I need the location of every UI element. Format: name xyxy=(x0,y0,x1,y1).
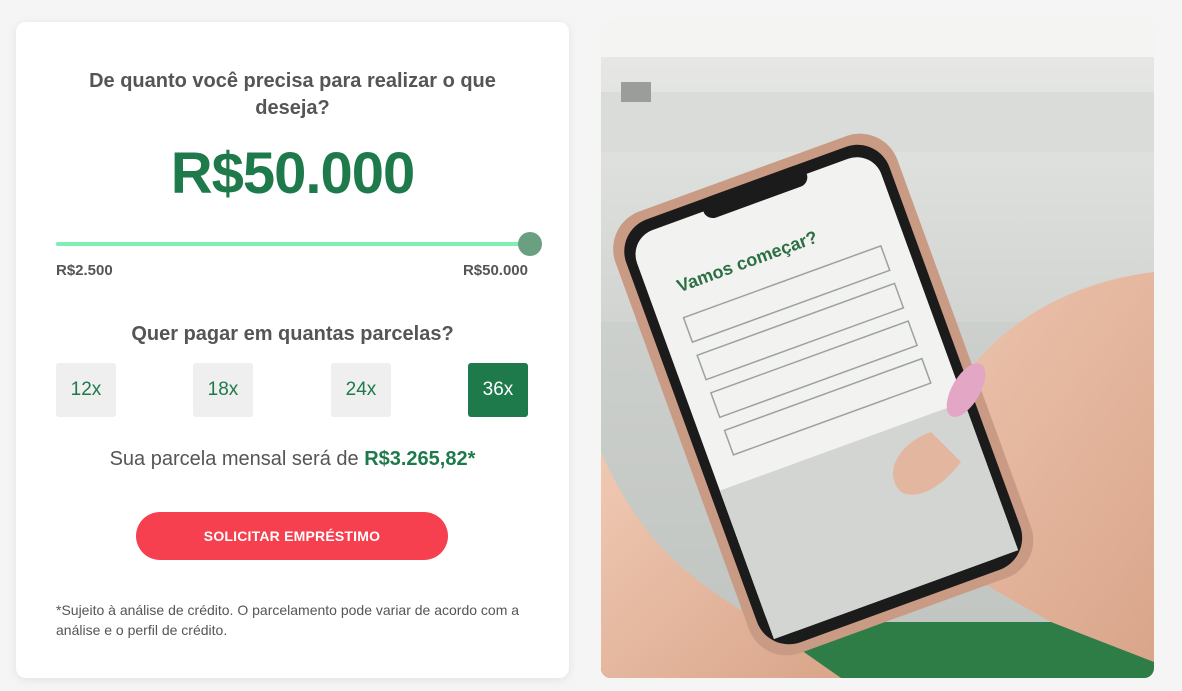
installment-36x-button[interactable]: 36x xyxy=(468,363,528,417)
slider-fill xyxy=(56,242,530,246)
monthly-payment-value: R$3.265,82* xyxy=(364,448,476,470)
installments-question: Quer pagar em quantas parcelas? xyxy=(131,323,454,345)
slider-min-label: R$2.500 xyxy=(56,262,113,279)
amount-slider[interactable] xyxy=(56,232,542,256)
credit-disclaimer: *Sujeito à análise de crédito. O parcela… xyxy=(56,602,520,638)
phone-photo: Vamos começar? xyxy=(601,22,1154,678)
amount-question: De quanto você precisa para realizar o q… xyxy=(89,70,496,119)
loan-calculator-card: De quanto você precisa para realizar o q… xyxy=(16,22,569,678)
installment-12x-button[interactable]: 12x xyxy=(56,363,116,417)
request-loan-button[interactable]: SOLICITAR EMPRÉSTIMO xyxy=(136,512,448,560)
slider-thumb[interactable] xyxy=(518,232,542,256)
phone-in-hands-illustration: Vamos começar? xyxy=(601,22,1154,678)
installment-18x-button[interactable]: 18x xyxy=(193,363,253,417)
monthly-payment-prefix: Sua parcela mensal será de xyxy=(109,448,365,470)
installment-24x-button[interactable]: 24x xyxy=(331,363,391,417)
monthly-payment: Sua parcela mensal será de R$3.265,82* xyxy=(16,448,569,471)
loan-amount: R$50.000 xyxy=(170,141,416,206)
slider-max-label: R$50.000 xyxy=(462,262,528,279)
